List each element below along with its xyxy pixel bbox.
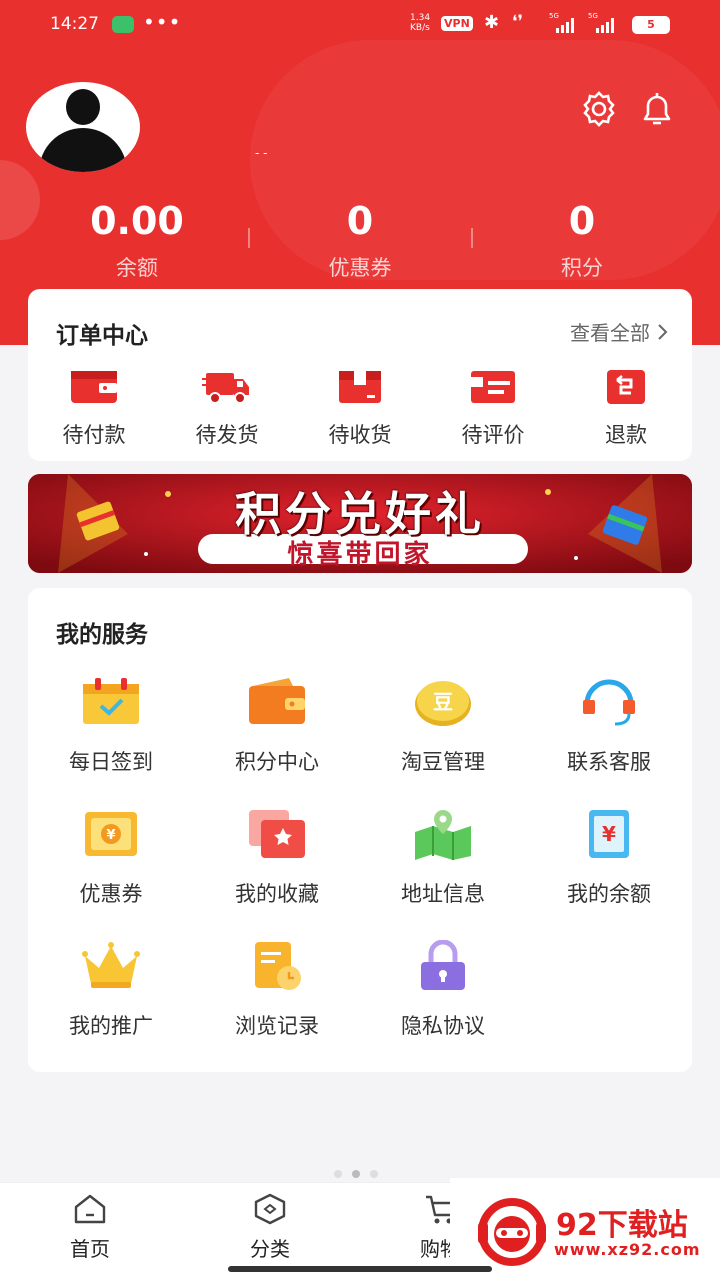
service-address-info[interactable]: 地址信息 [360,808,526,908]
service-label: 积分中心 [235,750,319,774]
bluetooth-icon: ✱ [484,12,500,33]
signal-icon-1 [556,17,574,33]
points-label: 积分 [561,256,603,280]
balance-label: 余额 [116,256,158,280]
calendar-check-icon [81,676,141,728]
service-label: 我的推广 [69,1014,153,1038]
divider [471,228,473,248]
order-pending-receipt[interactable]: 待收货 [300,367,420,449]
service-label: 我的余额 [567,882,651,906]
username[interactable]: - - [255,146,295,160]
tab-home[interactable]: 首页 [40,1193,140,1262]
crown-icon [81,940,141,992]
service-label: 每日签到 [69,750,153,774]
tab-category[interactable]: 分类 [220,1193,320,1262]
lock-icon [413,939,473,992]
watermark-url: www.xz92.com [554,1240,701,1259]
service-label: 我的收藏 [235,882,319,906]
coupon-label: 优惠券 [328,256,392,280]
chevron-right-icon [658,323,668,340]
my-services-card: 我的服务 每日签到 积分中心 豆 淘豆管理 联系客服 ¥ 优惠券 我的收藏 地址… [28,588,692,1072]
signal-icon-2 [596,17,614,33]
category-icon [254,1193,286,1225]
svg-text:豆: 豆 [433,690,453,714]
service-label: 淘豆管理 [401,750,485,774]
more-notifications: ••• [143,10,182,34]
vpn-badge: VPN [441,16,473,31]
service-browsing-history[interactable]: 浏览记录 [194,940,360,1040]
service-my-balance[interactable]: ¥ 我的余额 [526,808,692,908]
balance-yuan-icon: ¥ [579,808,639,860]
svg-text:¥: ¥ [106,828,115,843]
history-doc-icon [247,940,307,992]
bean-coin-icon: 豆 [413,676,473,728]
balance-value: 0.00 [90,199,184,243]
service-my-promotion[interactable]: 我的推广 [28,940,194,1040]
coupon-value: 0 [346,199,374,243]
headset-icon [579,676,639,728]
favorite-star-icon [247,808,307,860]
order-item-label: 待付款 [62,423,126,447]
view-all-label: 查看全部 [570,321,650,345]
map-location-icon [413,808,473,860]
order-center-card: 订单中心 查看全部 待付款 待发货 待收货 待评价 退款 [28,289,692,461]
service-label: 地址信息 [401,882,485,906]
service-favorites[interactable]: 我的收藏 [194,808,360,908]
service-label: 联系客服 [567,750,651,774]
order-item-label: 待收货 [328,423,392,447]
order-pending-shipment[interactable]: 待发货 [167,367,287,449]
service-label: 隐私协议 [401,1014,485,1038]
earbuds-icon: ❛❜ [512,12,523,32]
points-value: 0 [568,199,596,243]
view-all-orders-link[interactable]: 查看全部 [570,317,670,346]
message-app-icon [112,16,134,33]
battery-icon: 5 [632,16,670,34]
watermark-logo [478,1198,546,1266]
service-daily-checkin[interactable]: 每日签到 [28,676,194,776]
page-indicator [334,1170,378,1178]
service-label: 优惠券 [79,882,143,906]
site-watermark: 92下载站 www.xz92.com [450,1178,720,1280]
order-pending-payment[interactable]: 待付款 [34,367,154,449]
balance-stat[interactable]: 0.00 余额 [47,196,227,282]
service-points-center[interactable]: 积分中心 [194,676,360,776]
order-pending-review[interactable]: 待评价 [433,367,553,449]
coupon-icon: ¥ [81,808,141,860]
divider [248,228,250,248]
order-item-label: 待评价 [461,423,525,447]
avatar[interactable] [26,82,140,172]
network-speed: 1.34 KB/s [410,13,431,33]
decor-circle [0,160,40,240]
svg-text:¥: ¥ [602,822,616,846]
service-coupons[interactable]: ¥ 优惠券 [28,808,194,908]
status-bar: 14:27 ••• 1.34 KB/s VPN ✱ ❛❜ 5G 5G 5 [0,0,720,52]
points-wallet-icon [247,676,307,728]
settings-gear-icon[interactable] [579,89,619,129]
service-bean-management[interactable]: 豆 淘豆管理 [360,676,526,776]
coupon-stat[interactable]: 0 优惠券 [270,196,450,282]
service-label: 浏览记录 [235,1014,319,1038]
wallet-icon [69,367,119,407]
services-title: 我的服务 [56,622,148,648]
tab-label: 分类 [250,1237,290,1261]
refund-icon [601,367,651,407]
watermark-name: 92下载站 [556,1208,688,1243]
clock: 14:27 [50,14,99,34]
order-center-title: 订单中心 [56,323,148,349]
order-refund[interactable]: 退款 [566,367,686,449]
truck-icon [202,367,252,407]
service-privacy-policy[interactable]: 隐私协议 [360,939,526,1040]
home-icon [74,1194,106,1224]
package-icon [335,367,385,407]
order-item-label: 待发货 [195,423,259,447]
points-stat[interactable]: 0 积分 [492,196,672,282]
home-indicator [228,1266,492,1272]
points-promo-banner[interactable]: 积分兑好礼 惊喜带回家 [28,474,692,573]
tab-label: 首页 [70,1237,110,1261]
review-icon [468,367,518,407]
order-item-label: 退款 [605,423,647,447]
banner-subtitle: 惊喜带回家 [287,540,433,570]
notification-bell-icon[interactable] [637,89,677,129]
service-customer-support[interactable]: 联系客服 [526,676,692,776]
